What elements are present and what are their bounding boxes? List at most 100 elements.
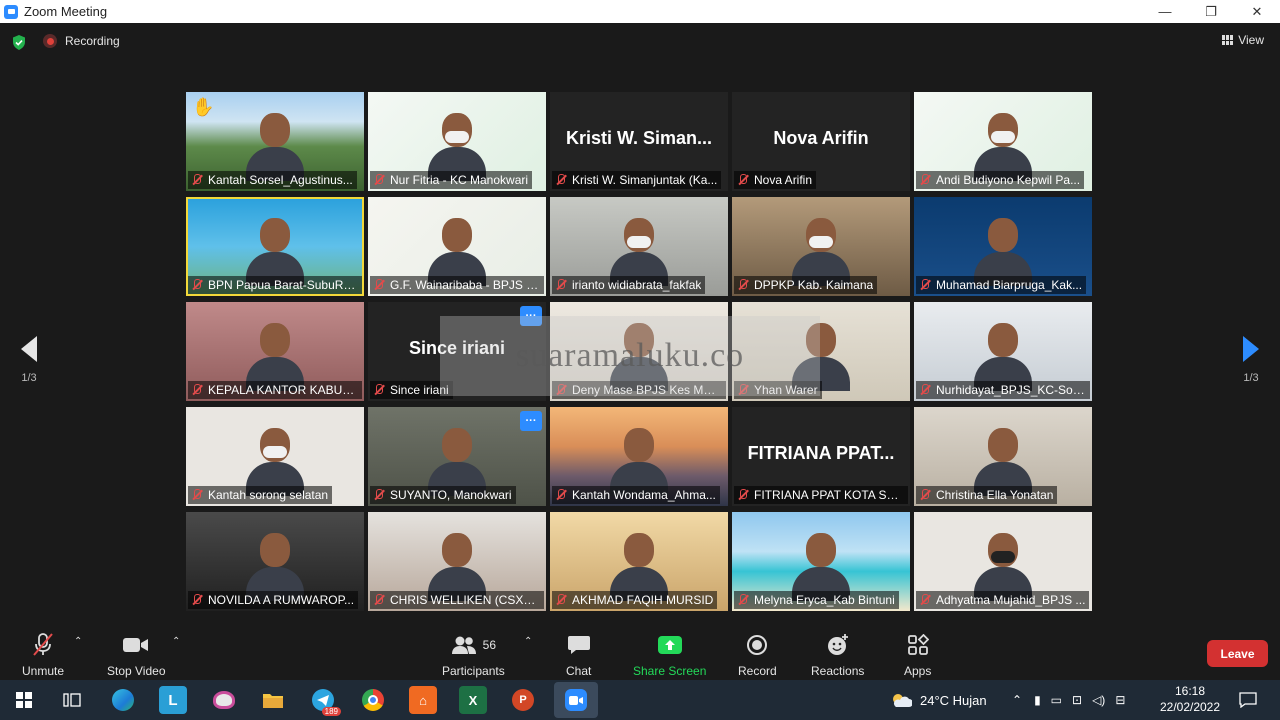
participant-name: Christina Ella Yonatan xyxy=(936,488,1054,502)
participant-tile[interactable]: Christina Ella Yonatan xyxy=(914,407,1092,506)
record-label: Record xyxy=(738,664,777,678)
participant-tile[interactable]: ··· SUYANTO, Manokwari xyxy=(368,407,546,506)
participant-video xyxy=(792,212,850,286)
audio-options-caret-icon[interactable]: ⌃ xyxy=(74,636,82,647)
window-titlebar: Zoom Meeting — ❐ ✕ xyxy=(0,0,1280,23)
tile-more-options-button[interactable]: ··· xyxy=(520,411,542,431)
leave-button[interactable]: Leave xyxy=(1207,640,1268,667)
participant-tile[interactable]: irianto widiabrata_fakfak xyxy=(550,197,728,296)
participant-name-label: BPN Papua Barat-SubuR Kab... xyxy=(188,276,362,294)
share-screen-button[interactable]: Share Screen xyxy=(633,632,706,678)
record-button[interactable]: Record xyxy=(738,632,777,678)
notifications-icon[interactable] xyxy=(1234,686,1262,714)
network-icon[interactable]: ⊡ xyxy=(1072,693,1082,707)
participant-tile[interactable]: Nova Arifin Nova Arifin xyxy=(732,92,910,191)
window-title: Zoom Meeting xyxy=(24,4,108,19)
participant-tile[interactable]: G.F. Wainaribaba - BPJS K... xyxy=(368,197,546,296)
file-explorer-icon[interactable] xyxy=(259,686,287,714)
participant-name-label: Kantah Sorsel_Agustinus... xyxy=(188,171,357,189)
zoom-taskbar-icon[interactable] xyxy=(554,682,598,718)
taskbar-clock[interactable]: 16:18 22/02/2022 xyxy=(1155,683,1225,715)
recording-label: Recording xyxy=(65,34,120,48)
mic-muted-icon xyxy=(191,384,203,396)
security-shield-icon[interactable] xyxy=(12,35,26,50)
volume-icon[interactable]: ◁) xyxy=(1092,693,1105,707)
chrome-icon[interactable] xyxy=(359,686,387,714)
share-screen-label: Share Screen xyxy=(633,664,707,678)
view-button[interactable]: View xyxy=(1222,33,1264,47)
participant-tile[interactable]: Kantah sorong selatan xyxy=(186,407,364,506)
participant-tile[interactable]: Nur Fitria - KC Manokwari xyxy=(368,92,546,191)
apps-label: Apps xyxy=(904,664,932,678)
participant-tile[interactable]: Adhyatma Mujahid_BPJS ... xyxy=(914,512,1092,611)
participant-tile[interactable]: Melyna Eryca_Kab Bintuni xyxy=(732,512,910,611)
participant-name-label: Nur Fitria - KC Manokwari xyxy=(370,171,533,189)
l-app-icon[interactable]: L xyxy=(159,686,187,714)
mic-muted-icon xyxy=(919,384,931,396)
video-options-caret-icon[interactable]: ⌃ xyxy=(172,636,180,647)
participant-tile[interactable]: Kristi W. Siman... Kristi W. Simanjuntak … xyxy=(550,92,728,191)
participant-tile[interactable]: AKHMAD FAQIH MURSID xyxy=(550,512,728,611)
stop-video-button[interactable]: Stop Video xyxy=(107,632,166,678)
participants-options-caret-icon[interactable]: ⌃ xyxy=(524,636,532,647)
mic-muted-icon xyxy=(191,489,203,501)
participant-name-label: AKHMAD FAQIH MURSID xyxy=(552,591,718,609)
mic-muted-icon xyxy=(31,632,55,658)
participant-name: Kantah Sorsel_Agustinus... xyxy=(208,173,353,187)
apps-button[interactable]: Apps xyxy=(904,632,931,678)
display-icon[interactable]: ⊟ xyxy=(1115,693,1125,707)
participant-tile[interactable]: CHRIS WELLIKEN (CSXV) ... xyxy=(368,512,546,611)
participant-tile[interactable]: Andi Budiyono Kepwil Pa... xyxy=(914,92,1092,191)
recording-indicator[interactable]: Recording xyxy=(43,34,120,48)
next-page-button[interactable]: 1/3 xyxy=(1236,336,1266,384)
telegram-badge: 189 xyxy=(321,707,341,716)
participant-tile[interactable]: Kantah Wondama_Ahma... xyxy=(550,407,728,506)
excel-icon[interactable]: X xyxy=(459,686,487,714)
mic-muted-icon xyxy=(373,594,385,606)
mic-muted-icon xyxy=(919,174,931,186)
microphone-tray-icon[interactable]: ▮ xyxy=(1034,693,1041,707)
participant-tile[interactable]: DPPKP Kab. Kaimana xyxy=(732,197,910,296)
participant-tile[interactable]: KEPALA KANTOR KABUPA... xyxy=(186,302,364,401)
participant-name-label: KEPALA KANTOR KABUPA... xyxy=(188,381,362,399)
participant-tile[interactable]: Nurhidayat_BPJS_KC-Sor... xyxy=(914,302,1092,401)
mic-muted-icon xyxy=(191,594,203,606)
task-view-icon[interactable] xyxy=(58,686,86,714)
maximize-button[interactable]: ❐ xyxy=(1188,0,1234,23)
paint-icon[interactable] xyxy=(210,686,238,714)
participant-tile[interactable]: ✋ Kantah Sorsel_Agustinus... xyxy=(186,92,364,191)
participant-tile[interactable]: FITRIANA PPAT... FITRIANA PPAT KOTA SOR..… xyxy=(732,407,910,506)
mic-muted-icon xyxy=(373,489,385,501)
unmute-button[interactable]: Unmute xyxy=(22,632,64,678)
participants-button[interactable]: 56 Participants xyxy=(442,632,505,678)
windows-taskbar: L 189 ⌂ X P 24°C Hujan ⌃ ▮ ▭ ⊡ ◁) ⊟ 16:1… xyxy=(0,680,1280,720)
meeting-toolbar: Unmute ⌃ Stop Video ⌃ 56 Participants ⌃ … xyxy=(0,624,1280,680)
previous-page-button[interactable]: 1/3 xyxy=(14,336,44,384)
tray-overflow-chevron-icon[interactable]: ⌃ xyxy=(1012,693,1022,707)
pdf-app-icon[interactable]: ⌂ xyxy=(409,686,437,714)
battery-icon[interactable]: ▭ xyxy=(1051,693,1062,707)
participant-name-label: Nurhidayat_BPJS_KC-Sor... xyxy=(916,381,1090,399)
edge-browser-icon[interactable] xyxy=(109,686,137,714)
windows-start-icon[interactable] xyxy=(10,686,38,714)
close-button[interactable]: ✕ xyxy=(1234,0,1280,23)
powerpoint-icon[interactable]: P xyxy=(509,686,537,714)
reactions-button[interactable]: Reactions xyxy=(811,632,864,678)
participant-tile[interactable]: BPN Papua Barat-SubuR Kab... xyxy=(186,197,364,296)
minimize-button[interactable]: — xyxy=(1142,0,1188,23)
participant-video xyxy=(428,212,486,286)
participant-display-name: FITRIANA PPAT... xyxy=(747,443,895,463)
participant-video xyxy=(246,107,304,181)
apps-icon xyxy=(907,632,929,658)
zoom-app-icon xyxy=(4,4,18,19)
telegram-icon[interactable]: 189 xyxy=(309,686,341,716)
participant-video xyxy=(246,317,304,391)
participant-name: Nova Arifin xyxy=(754,173,813,187)
participant-name: NOVILDA A RUMWAROP... xyxy=(208,593,355,607)
page-indicator-left: 1/3 xyxy=(21,372,37,384)
participant-tile[interactable]: Muhamad Biarpruga_Kak... xyxy=(914,197,1092,296)
weather-widget[interactable]: 24°C Hujan xyxy=(890,680,987,720)
participants-icon: 56 xyxy=(451,632,496,658)
participant-tile[interactable]: NOVILDA A RUMWAROP... xyxy=(186,512,364,611)
chat-button[interactable]: Chat xyxy=(566,632,591,678)
